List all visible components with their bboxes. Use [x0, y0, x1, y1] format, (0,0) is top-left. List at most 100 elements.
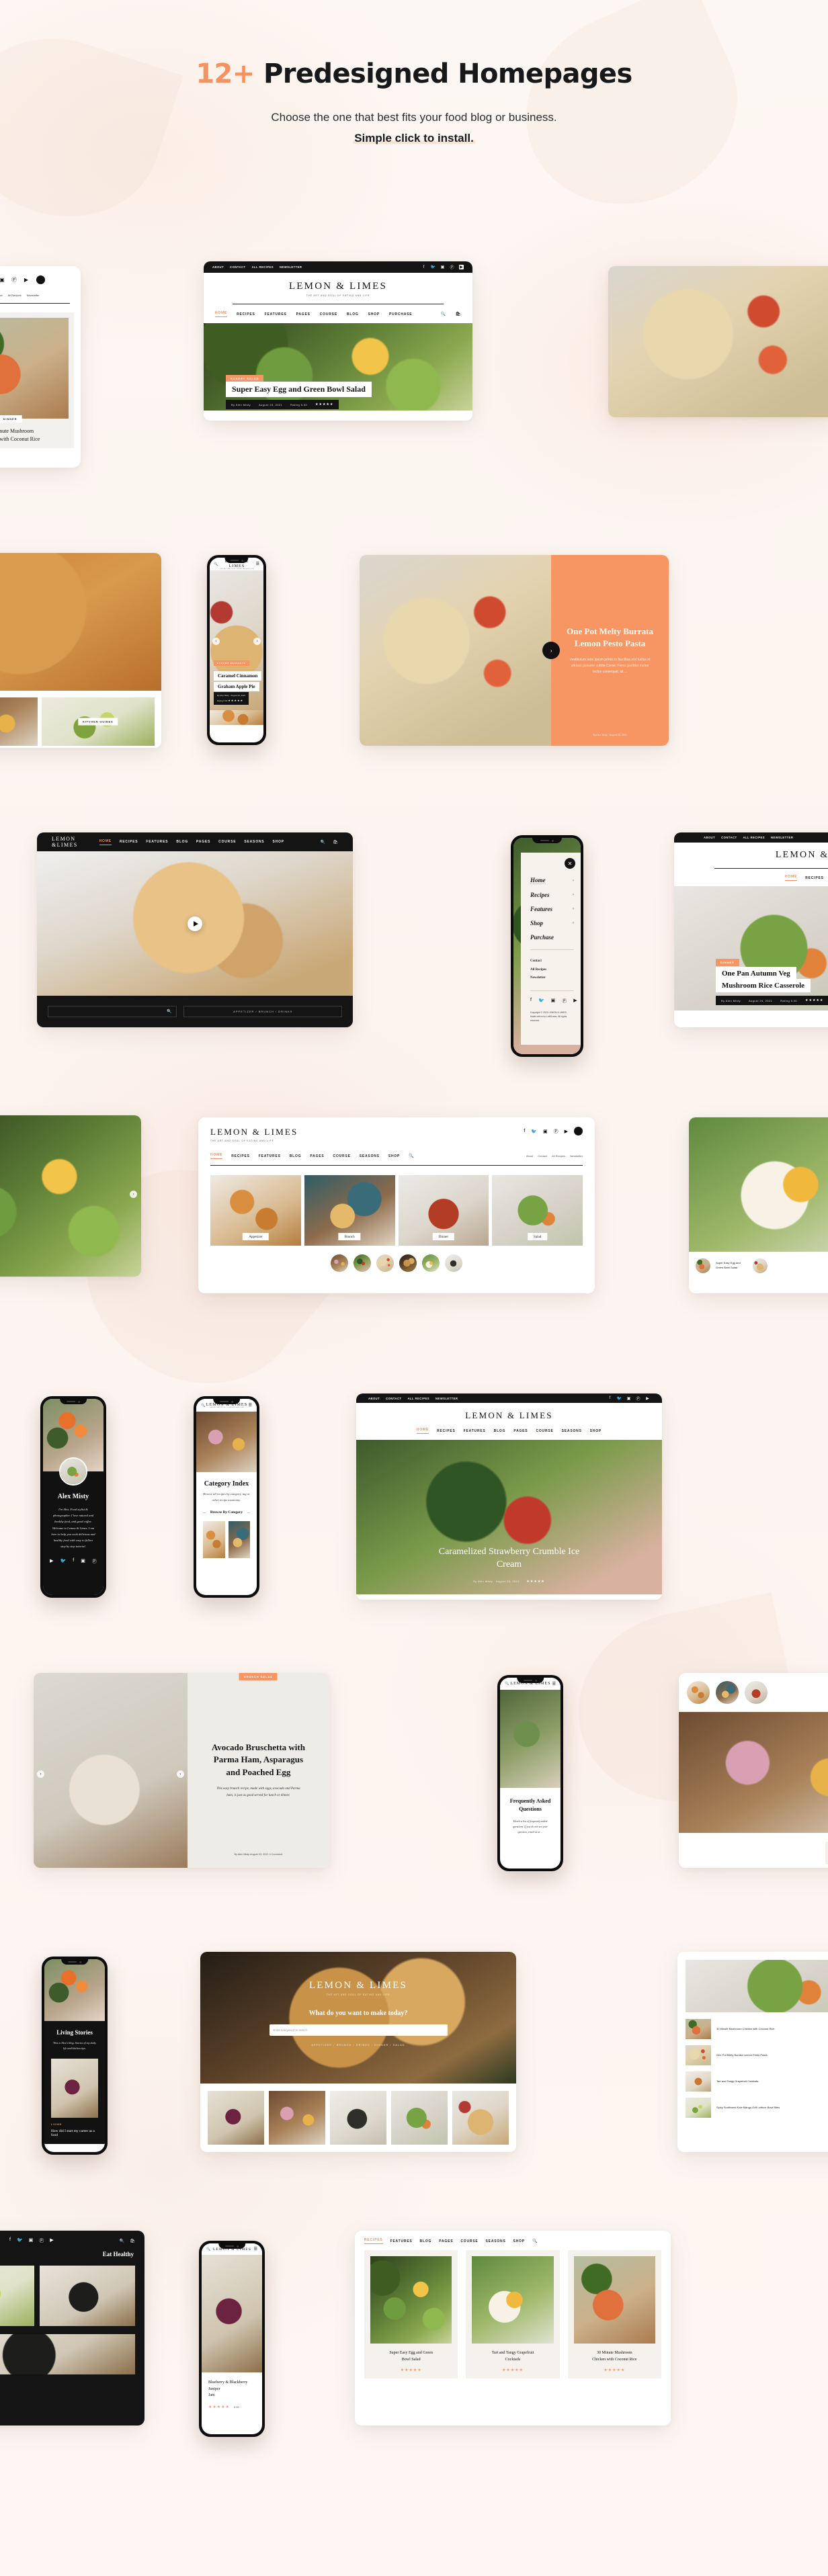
grid-thumb[interactable] [208, 2091, 264, 2145]
search-icon[interactable]: 🔍 [321, 840, 325, 845]
nav-item-home[interactable]: HOME [99, 839, 112, 845]
nav-item-seasons[interactable]: SEASONS [562, 1429, 582, 1433]
post-title-line1[interactable]: One Pot Melty Burrata [563, 626, 657, 638]
mockup-phone-jam[interactable]: 🔍 LEMON & LIMES ☰ Blueberry & Blackberry… [199, 2241, 265, 2437]
mockup-pasta-plate[interactable] [608, 266, 828, 417]
twitter-icon[interactable]: 🐦 [60, 1558, 67, 1565]
top-link[interactable]: Contact [538, 1154, 547, 1158]
nav-item-home[interactable]: HOME [785, 875, 798, 881]
circle-thumb[interactable] [331, 1254, 348, 1272]
nav-item-seasons[interactable]: SEASONS [360, 1154, 380, 1158]
post-title-line2[interactable]: Parma Ham, Asparagus [197, 1754, 320, 1766]
nav-item-blog[interactable]: BLOG [347, 312, 359, 316]
brand-name[interactable]: LEMON & LIMES [204, 281, 472, 292]
item-title-line1[interactable]: Super Easy Egg and [716, 1261, 741, 1266]
menu-item-home[interactable]: Home › [530, 877, 574, 884]
grid-thumb[interactable] [330, 2091, 386, 2145]
mockup-dark-tablet[interactable]: f 🐦 ▣ Ⓟ ▶ 🔍 🛍 Eat Healthy Vegetarian Chi… [0, 2231, 144, 2425]
carousel-next-icon[interactable]: › [176, 1770, 184, 1778]
topbar-link[interactable]: CONTACT [230, 265, 245, 269]
nav-item-pages[interactable]: PAGES [439, 2239, 453, 2243]
mockup-cake-banner[interactable]: n & Limes. healthy food with torial. PES… [0, 553, 161, 748]
category-cell-salad[interactable]: Salad [492, 1175, 583, 1246]
topbar-link[interactable]: CONTACT [721, 836, 737, 839]
nav-item-pages[interactable]: PAGES [296, 312, 310, 316]
facebook-icon[interactable]: f [73, 1558, 74, 1565]
category-badge[interactable]: BRUNCH SALAD [239, 1673, 278, 1680]
nav-item-features[interactable]: FEATURES [390, 2239, 413, 2243]
circle-thumb[interactable] [716, 1681, 739, 1704]
twitter-icon[interactable]: 🐦 [538, 998, 544, 1004]
post-title-line2[interactable]: Chicken with Coconut Rice [0, 435, 69, 443]
mockup-phone-menu[interactable]: ✕ Home › Recipes › Features › Shop › Pur… [511, 835, 583, 1057]
instagram-icon[interactable]: ▣ [440, 265, 445, 269]
nav-item-pages[interactable]: PAGES [310, 1154, 324, 1158]
nav-item-home[interactable]: HOME [210, 1153, 223, 1159]
instagram-icon[interactable]: ▣ [543, 1129, 548, 1134]
nav-item-recipes[interactable]: RECIPES [364, 2238, 383, 2244]
menu-item-purchase[interactable]: Purchase [530, 934, 574, 941]
nav-item-home[interactable]: HOME [416, 1428, 429, 1434]
hamburger-icon[interactable]: ☰ [249, 1403, 252, 1408]
pinterest-icon[interactable]: Ⓟ [92, 1558, 97, 1565]
mockup-recipe-list-tablet[interactable]: 30 Minute Mushroom Chicken with Coconut … [677, 1952, 828, 2152]
carousel-next-icon[interactable]: › [253, 638, 261, 645]
top-link[interactable]: Newsletter [27, 294, 40, 297]
facebook-icon[interactable]: f [9, 2237, 11, 2244]
mockup-mobile-mushroom[interactable]: f 🐦 ▣ Ⓟ ▶ About Contact All Recipes News… [0, 266, 81, 468]
hamburger-icon[interactable]: ☰ [254, 2247, 257, 2251]
category-thumb[interactable] [228, 1521, 250, 1559]
nav-item-blog[interactable]: BLOG [176, 840, 188, 844]
mockup-hero-salad[interactable]: ABOUT CONTACT ALL RECIPES NEWSLETTER f 🐦… [204, 261, 472, 421]
post-title[interactable]: Caramelized Strawberry Crumble Ice Cream [356, 1546, 662, 1572]
post-title-line1[interactable]: 30 Minute Mushroom [0, 427, 69, 435]
nav-item-course[interactable]: COURSE [320, 312, 337, 316]
post-title-line2[interactable]: Mushroom Rice Casserole [716, 979, 811, 992]
top-link[interactable]: All Recipes [8, 294, 22, 297]
mockup-phone-living[interactable]: Living Stories This is Alex's blog. Stor… [42, 1957, 108, 2155]
mockup-bruschetta[interactable]: ‹ › BRUNCH SALAD Avocado Bruschetta with… [34, 1673, 329, 1868]
nav-item-shop[interactable]: SHOP [272, 840, 284, 844]
mockup-strawberry[interactable]: ABOUT CONTACT ALL RECIPES NEWSLETTER f 🐦… [356, 1393, 662, 1600]
nav-item-features[interactable]: FEATURES [259, 1154, 281, 1158]
menu-secondary-newsletter[interactable]: Newsletter [530, 974, 574, 983]
nav-item-seasons[interactable]: SEASONS [244, 840, 264, 844]
youtube-icon[interactable]: ▶ [24, 277, 29, 283]
category-badge[interactable]: LIVING [51, 2123, 98, 2126]
pinterest-icon[interactable]: Ⓟ [562, 998, 567, 1004]
grid-thumb[interactable] [40, 2266, 135, 2326]
topbar-link[interactable]: ABOUT [368, 1397, 380, 1400]
youtube-icon[interactable]: ▶ [565, 1129, 568, 1134]
category-badge[interactable]: DINNER [716, 959, 739, 966]
nav-item-recipes[interactable]: RECIPES [120, 840, 138, 844]
play-button[interactable] [188, 916, 202, 931]
top-link[interactable]: All Recipes [552, 1154, 565, 1158]
pinterest-icon[interactable]: Ⓟ [11, 277, 17, 283]
post-title-line2[interactable]: Graham Apple Pie [214, 682, 259, 691]
search-icon[interactable]: 🔍 [120, 2239, 124, 2243]
nav-item-shop[interactable]: SHOP [513, 2239, 525, 2243]
instagram-icon[interactable]: ▣ [551, 998, 556, 1004]
item-title-line2[interactable]: Green Bowl Salad [716, 1266, 741, 1271]
nav-item-shop[interactable]: SHOP [368, 312, 380, 316]
nav-item-purchase[interactable]: PURCHASE [389, 312, 412, 316]
circle-thumb[interactable] [354, 1254, 371, 1272]
circle-thumb[interactable] [399, 1254, 417, 1272]
nav-item-home[interactable]: HOME [214, 311, 228, 317]
twitter-icon[interactable]: 🐦 [431, 265, 436, 269]
youtube-icon[interactable]: ▶ [50, 1558, 53, 1565]
pinterest-icon[interactable]: Ⓟ [554, 1128, 558, 1135]
recipe-card[interactable]: Super Easy Egg and Green Bowl Salad ★★★★… [364, 2250, 458, 2379]
facebook-icon[interactable]: f [608, 1396, 612, 1401]
topbar-link[interactable]: ALL RECIPES [743, 836, 765, 839]
circle-thumb[interactable] [745, 1681, 768, 1704]
menu-item-features[interactable]: Features › [530, 906, 574, 912]
nav-item-seasons[interactable]: SEASONS [486, 2239, 506, 2243]
post-title[interactable]: How did I start my career as a food [51, 2129, 98, 2137]
youtube-icon[interactable]: ▶ [50, 2237, 53, 2244]
mockup-pasta-split[interactable]: › One Pot Melty Burrata Lemon Pesto Past… [360, 555, 669, 746]
list-hero-thumb[interactable] [686, 1960, 828, 2012]
post-title-line1[interactable]: Blueberry & Blackberry Juniper [208, 2380, 255, 2393]
circle-thumb[interactable] [422, 1254, 440, 1272]
category-badge[interactable]: BAKERY DESSERTS [214, 660, 250, 666]
